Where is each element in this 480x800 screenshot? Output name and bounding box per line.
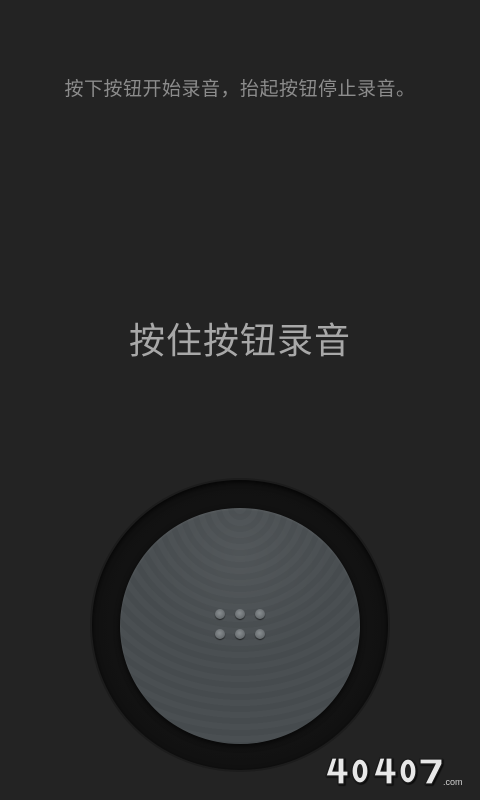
grip-dot (215, 609, 225, 619)
recorder-screen: 按下按钮开始录音，抬起按钮停止录音。 按住按钮录音 .com (0, 0, 480, 800)
grip-dot (215, 629, 225, 639)
grip-dot (235, 629, 245, 639)
grip-dot (235, 609, 245, 619)
grip-dot (255, 629, 265, 639)
hold-to-record-label: 按住按钮录音 (128, 321, 351, 362)
instruction-text: 按下按钮开始录音，抬起按钮停止录音。 (64, 78, 416, 100)
grip-dots-icon (215, 609, 267, 639)
site-watermark-logo: .com (325, 757, 463, 787)
grip-dot (255, 609, 265, 619)
svg-text:.com: .com (443, 777, 463, 787)
